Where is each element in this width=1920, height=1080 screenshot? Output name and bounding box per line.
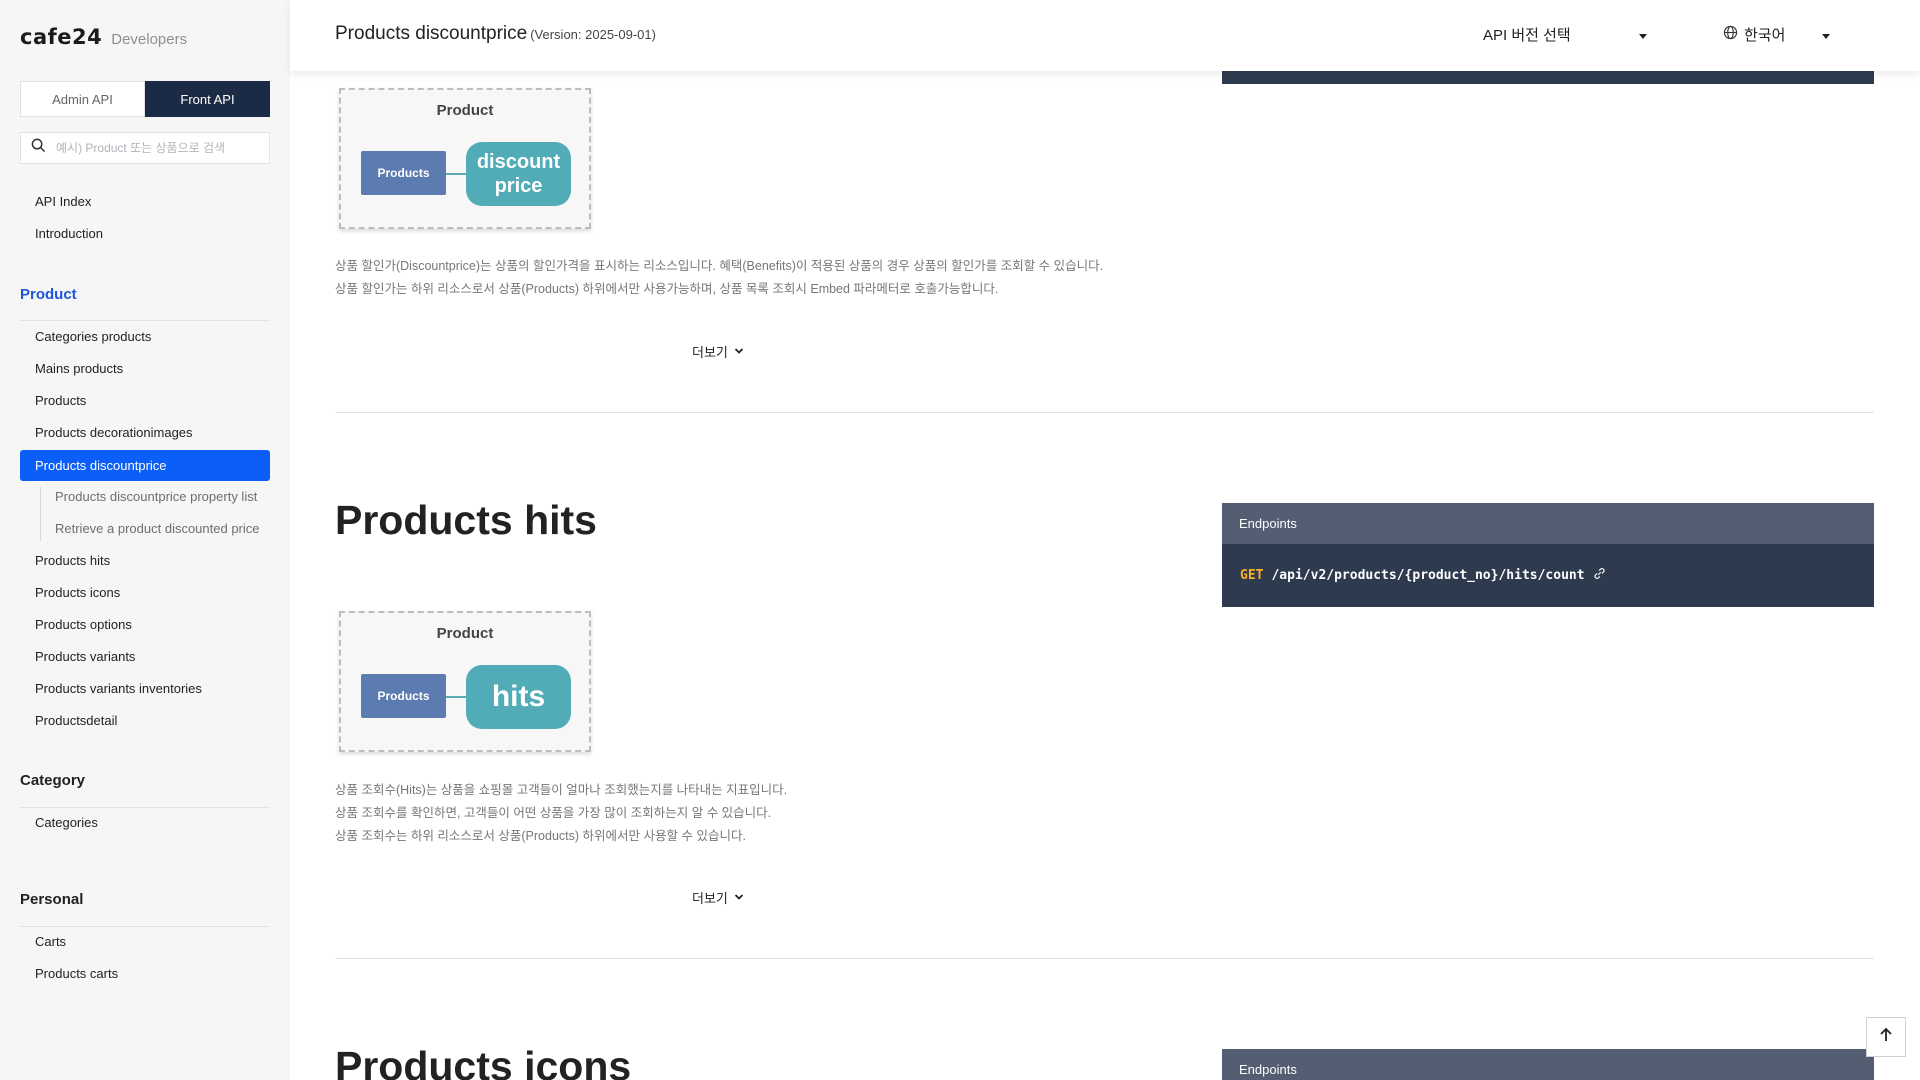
api-toggle: Admin API Front API xyxy=(20,81,270,117)
globe-icon xyxy=(1723,25,1744,44)
diagram-label: Product xyxy=(436,102,494,119)
scroll-to-top-button[interactable] xyxy=(1866,1017,1906,1057)
endpoints-card: Endpoints xyxy=(1222,1049,1874,1080)
nav-products-hits[interactable]: Products hits xyxy=(35,553,110,568)
endpoint-path[interactable]: /api/v2/products/{product_no}/hits/count xyxy=(1271,568,1584,583)
http-method: GET xyxy=(1240,568,1264,583)
description-line: 상품 조회수(Hits)는 상품을 쇼핑몰 고객들이 얼마나 조회했는지를 나타… xyxy=(335,783,788,797)
resource-diagram: Product Products hits xyxy=(339,611,591,752)
section-title-products-hits: Products hits xyxy=(335,497,597,543)
top-header: Products discountprice (Version: 2025-09-… xyxy=(290,0,1920,71)
nav-api-index[interactable]: API Index xyxy=(35,194,91,209)
nav-products-options[interactable]: Products options xyxy=(35,617,132,632)
endpoints-header: Endpoints xyxy=(1222,1049,1874,1080)
endpoints-card: Endpoints GET /api/v2/products/{product_… xyxy=(1222,503,1874,607)
version-select-label: API 버전 선택 xyxy=(1483,27,1571,44)
more-label: 더보기 xyxy=(692,345,728,360)
nav-products-icons[interactable]: Products icons xyxy=(35,585,120,600)
section-title-products-icons: Products icons xyxy=(335,1043,632,1080)
diagram-connector xyxy=(446,696,466,698)
nav-products-variants[interactable]: Products variants xyxy=(35,649,135,664)
endpoint-row[interactable]: GET /api/v2/products/{product_no}/hits/c… xyxy=(1222,544,1874,607)
chevron-down-icon xyxy=(728,344,744,359)
language-label: 한국어 xyxy=(1744,27,1786,44)
nav-products-discountprice[interactable]: Products discountprice xyxy=(20,450,270,481)
nav-heading-category[interactable]: Category xyxy=(20,772,85,789)
more-button[interactable]: 더보기 xyxy=(692,342,744,361)
language-select[interactable]: 한국어 xyxy=(1723,24,1830,45)
sidebar: cafe24 Developers Admin API Front API AP… xyxy=(0,0,290,1080)
subnav-line xyxy=(40,487,41,541)
nav-products-decorationimages[interactable]: Products decorationimages xyxy=(35,425,193,440)
caret-down-icon xyxy=(1639,34,1647,39)
nav-discountprice-property-list[interactable]: Products discountprice property list xyxy=(55,489,257,504)
nav-products[interactable]: Products xyxy=(35,393,86,408)
section-description: 상품 할인가(Discountprice)는 상품의 할인가격을 표시하는 리소… xyxy=(335,255,1103,301)
nav-categories-products[interactable]: Categories products xyxy=(35,329,151,344)
page-title-text: Products discountprice xyxy=(335,23,528,44)
version-label: (Version: 2025-09-01) xyxy=(530,27,656,42)
diagram-resource-pill: discount price xyxy=(466,142,571,206)
section-divider xyxy=(335,958,1874,959)
description-line: 상품 조회수를 확인하면, 고객들이 어떤 상품을 가장 많이 조회하는지 알 … xyxy=(335,806,772,820)
arrow-up-icon xyxy=(1878,1027,1894,1048)
logo-subtitle: Developers xyxy=(111,31,188,48)
resource-diagram: Product Products discount price xyxy=(339,88,591,229)
diagram-resource-pill: hits xyxy=(466,665,571,729)
description-line: 상품 할인가는 하위 리소스로서 상품(Products) 하위에서만 사용가능… xyxy=(335,282,999,296)
nav-products-variants-inventories[interactable]: Products variants inventories xyxy=(35,681,202,696)
more-label: 더보기 xyxy=(692,891,728,906)
nav-heading-personal[interactable]: Personal xyxy=(20,891,83,908)
divider xyxy=(20,926,270,927)
main-content: Product Products discount price 상품 할인가(D… xyxy=(290,0,1920,1080)
chevron-down-icon xyxy=(728,890,744,905)
tab-admin-api[interactable]: Admin API xyxy=(20,81,145,117)
description-line: 상품 할인가(Discountprice)는 상품의 할인가격을 표시하는 리소… xyxy=(335,259,1104,273)
section-divider xyxy=(335,412,1874,413)
nav-heading-product[interactable]: Product xyxy=(20,286,77,303)
divider xyxy=(20,807,270,808)
nav-categories[interactable]: Categories xyxy=(35,815,98,830)
logo-mark: cafe24 xyxy=(20,25,103,49)
version-select[interactable]: API 버전 선택 xyxy=(1483,24,1663,45)
description-line: 상품 조회수는 하위 리소스로서 상품(Products) 하위에서만 사용할 … xyxy=(335,829,746,843)
logo[interactable]: cafe24 Developers xyxy=(20,25,187,49)
diagram-parent-box: Products xyxy=(361,674,446,718)
endpoints-header: Endpoints xyxy=(1222,503,1874,544)
nav-retrieve-discounted-price[interactable]: Retrieve a product discounted price xyxy=(55,521,260,536)
search-icon xyxy=(31,138,46,158)
nav-products-carts[interactable]: Products carts xyxy=(35,966,118,981)
caret-down-icon xyxy=(1822,34,1830,39)
link-icon[interactable] xyxy=(1585,567,1606,584)
nav-carts[interactable]: Carts xyxy=(35,934,66,949)
diagram-connector xyxy=(446,173,466,175)
tab-front-api[interactable]: Front API xyxy=(145,81,270,117)
diagram-label: Product xyxy=(436,625,494,642)
divider xyxy=(20,320,270,321)
section-description: 상품 조회수(Hits)는 상품을 쇼핑몰 고객들이 얼마나 조회했는지를 나타… xyxy=(335,779,787,848)
nav-mains-products[interactable]: Mains products xyxy=(35,361,123,376)
nav-introduction[interactable]: Introduction xyxy=(35,226,103,241)
search-input[interactable] xyxy=(56,141,256,155)
search-box xyxy=(20,132,270,164)
nav-productsdetail[interactable]: Productsdetail xyxy=(35,713,117,728)
diagram-parent-box: Products xyxy=(361,151,446,195)
more-button[interactable]: 더보기 xyxy=(692,888,744,907)
page-title: Products discountprice (Version: 2025-09-… xyxy=(335,23,656,45)
